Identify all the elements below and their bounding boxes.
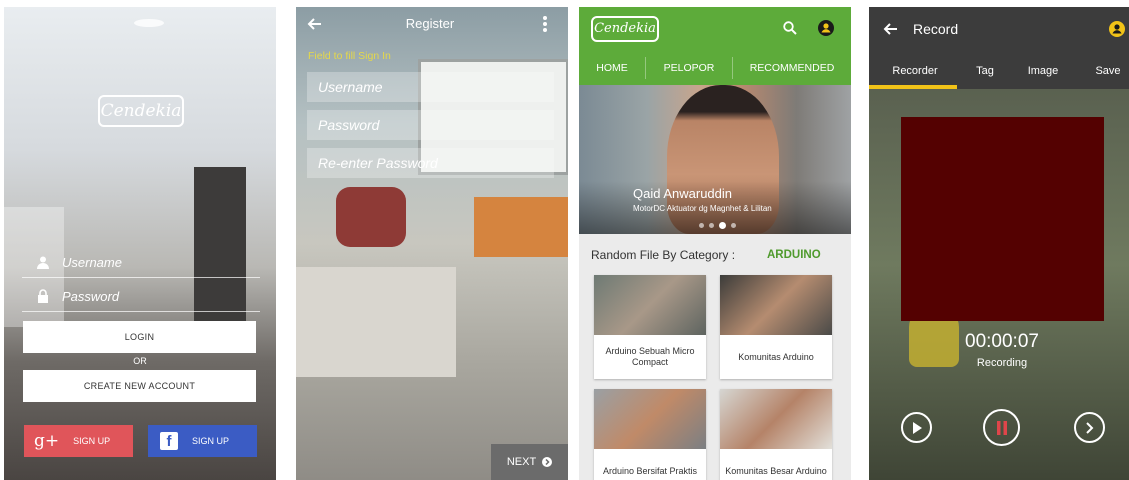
account-icon[interactable] (1109, 21, 1125, 37)
card-caption: Komunitas Arduino (738, 351, 814, 362)
register-reenter-password-input[interactable]: Re-enter Password (307, 148, 554, 178)
home-screen: Cendekia HOME PELOPOR RECOMMENDED Qaid A… (579, 7, 851, 480)
pause-icon (996, 420, 1007, 435)
register-password-input[interactable]: Password (307, 110, 554, 140)
username-field[interactable]: Username (22, 247, 260, 278)
register-screen: Register Field to fill Sign In Username … (296, 7, 568, 480)
file-card[interactable]: Arduino Sebuah Micro Compact (594, 275, 706, 379)
card-thumbnail (720, 275, 832, 335)
facebook-icon: f (160, 432, 178, 450)
section-title: Random File By Category : (591, 248, 736, 262)
play-button[interactable] (901, 412, 932, 443)
desk-decor (474, 197, 568, 257)
hero-name: Qaid Anwaruddin (633, 186, 733, 201)
record-app-bar: Record Recorder Tag Image Save (869, 7, 1129, 89)
chevron-right-icon (1085, 421, 1093, 434)
card-caption: Komunitas Besar Arduino (725, 465, 827, 476)
carousel-dot-active[interactable] (719, 222, 726, 229)
back-arrow-icon[interactable] (882, 21, 898, 37)
carousel-indicators (699, 222, 736, 229)
home-app-bar: Cendekia HOME PELOPOR RECOMMENDED (579, 7, 851, 85)
ceiling-light-decor (134, 19, 164, 27)
record-title: Record (913, 21, 959, 37)
login-screen: Cendekia Username Password LOGIN OR CREA… (4, 7, 276, 480)
register-title: Register (405, 16, 455, 31)
table-decor (296, 267, 456, 377)
google-signup-label: SIGN UP (73, 436, 111, 446)
chair-decor (336, 187, 406, 247)
google-plus-icon: g+ (34, 431, 60, 451)
hero-subtitle: MotorDC Aktuator dg Magnhet & Lilitan (633, 204, 772, 213)
play-icon (912, 421, 922, 434)
tab-recorder[interactable]: Recorder (869, 57, 961, 85)
lock-icon (38, 289, 48, 303)
record-status: Recording (976, 357, 1028, 369)
chevron-right-circle-icon (542, 457, 553, 467)
tab-home[interactable]: HOME (579, 51, 645, 85)
username-placeholder: Username (62, 254, 122, 270)
app-logo: Cendekia (98, 95, 184, 127)
tab-save[interactable]: Save (1077, 57, 1129, 85)
carousel-dot[interactable] (709, 223, 714, 228)
category-name[interactable]: ARDUINO (767, 249, 821, 261)
pause-button[interactable] (983, 409, 1020, 446)
tab-indicator (869, 85, 957, 89)
next-button[interactable] (1074, 412, 1105, 443)
card-thumbnail (594, 389, 706, 449)
facebook-signup-label: SIGN UP (192, 436, 230, 446)
password-placeholder: Password (62, 288, 120, 304)
image-preview (901, 117, 1104, 321)
file-card[interactable]: Komunitas Besar Arduino (720, 389, 832, 480)
record-screen: Record Recorder Tag Image Save 00:00:07 … (869, 7, 1129, 480)
record-timer: 00:00:07 (965, 331, 1039, 352)
more-vert-icon[interactable] (542, 15, 548, 33)
card-caption: Arduino Bersifat Praktis (602, 465, 698, 476)
account-icon[interactable] (818, 20, 834, 36)
tab-recommended[interactable]: RECOMMENDED (733, 51, 851, 85)
carousel-dot[interactable] (731, 223, 736, 228)
home-logo: Cendekia (591, 16, 659, 42)
login-button[interactable]: LOGIN (23, 321, 256, 353)
create-account-button[interactable]: CREATE NEW ACCOUNT (23, 370, 256, 402)
user-icon (37, 256, 49, 269)
carousel-dot[interactable] (699, 223, 704, 228)
register-header: Register (296, 7, 568, 41)
card-caption: Arduino Sebuah Micro Compact (605, 346, 695, 367)
google-signup-button[interactable]: g+ SIGN UP (24, 425, 133, 457)
facebook-signup-button[interactable]: f SIGN UP (148, 425, 257, 457)
tab-tag[interactable]: Tag (961, 57, 1009, 85)
tab-image[interactable]: Image (1009, 57, 1077, 85)
password-field[interactable]: Password (22, 281, 260, 312)
search-icon[interactable] (783, 21, 797, 35)
tab-pelopor[interactable]: PELOPOR (646, 51, 732, 85)
register-username-input[interactable]: Username (307, 72, 554, 102)
next-label: NEXT (506, 456, 537, 468)
card-thumbnail (720, 389, 832, 449)
next-button[interactable]: NEXT (491, 444, 568, 480)
file-card[interactable]: Komunitas Arduino (720, 275, 832, 379)
card-thumbnail (594, 275, 706, 335)
register-hint: Field to fill Sign In (308, 50, 391, 62)
file-card[interactable]: Arduino Bersifat Praktis (594, 389, 706, 480)
or-divider: OR (133, 356, 147, 366)
hero-carousel[interactable]: Qaid Anwaruddin MotorDC Aktuator dg Magn… (579, 85, 851, 234)
